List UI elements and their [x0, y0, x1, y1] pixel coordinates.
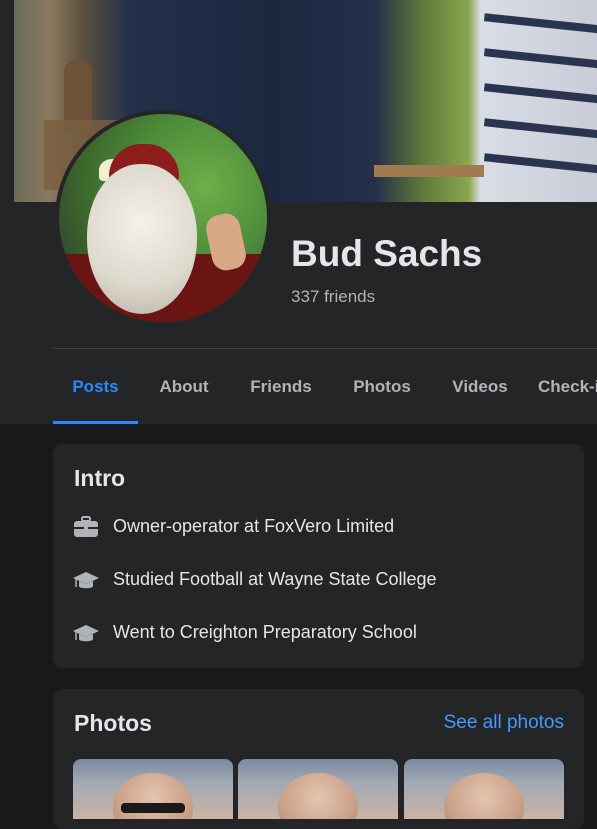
cover-stripe: [483, 118, 597, 140]
profile-avatar[interactable]: [55, 110, 271, 326]
graduation-cap-icon: [73, 572, 99, 589]
cover-stripe: [483, 48, 597, 70]
friends-count[interactable]: 337 friends: [291, 287, 375, 307]
tab-check-ins[interactable]: Check-ins: [538, 350, 597, 424]
tab-posts[interactable]: Posts: [53, 350, 138, 424]
see-all-photos-link[interactable]: See all photos: [444, 712, 564, 734]
profile-name: Bud Sachs: [291, 233, 483, 274]
photos-card: Photos See all photos: [53, 689, 584, 829]
avatar-image: [59, 114, 267, 322]
intro-title: Intro: [74, 465, 126, 491]
thumbnail-glasses: [121, 803, 185, 813]
cover-stripe: [483, 153, 597, 175]
tab-photos[interactable]: Photos: [341, 350, 423, 424]
photo-thumbnail[interactable]: [73, 759, 233, 819]
cover-stripe: [483, 83, 597, 105]
thumbnail-head: [278, 773, 358, 819]
graduation-cap-icon: [73, 625, 99, 642]
thumbnail-head: [444, 773, 524, 819]
photo-thumbnail[interactable]: [238, 759, 398, 819]
intro-item-text: Went to Creighton Preparatory School: [113, 622, 417, 642]
intro-item-text: Owner-operator at FoxVero Limited: [113, 516, 395, 536]
briefcase-icon: [74, 516, 98, 537]
cover-rail-2: [374, 165, 484, 177]
intro-item-text: Studied Football at Wayne State College: [113, 569, 437, 589]
header-divider: [53, 348, 597, 349]
tab-videos[interactable]: Videos: [439, 350, 521, 424]
avatar-beard: [87, 164, 197, 314]
tab-about[interactable]: About: [148, 350, 220, 424]
photos-title: Photos: [74, 710, 152, 736]
photo-thumbnail[interactable]: [404, 759, 564, 819]
cover-stripe: [483, 13, 597, 35]
tab-friends[interactable]: Friends: [239, 350, 323, 424]
intro-card: Intro Owner-operator at FoxVero Limited …: [53, 444, 584, 668]
profile-tabs: Posts About Friends Photos Videos Check-…: [53, 350, 597, 424]
